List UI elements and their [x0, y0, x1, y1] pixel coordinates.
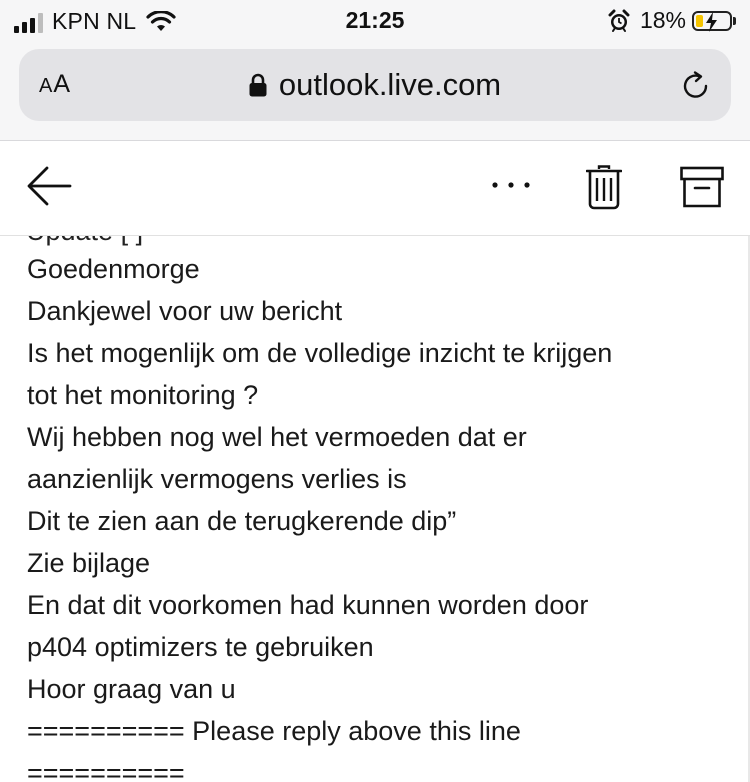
- address-bar[interactable]: AA outlook.live.com: [19, 49, 731, 121]
- trash-icon[interactable]: [586, 164, 622, 210]
- lock-icon: [249, 73, 267, 97]
- email-line: tot het monitoring ?: [27, 380, 259, 410]
- url-display[interactable]: outlook.live.com: [19, 67, 731, 103]
- email-line: p404 optimizers te gebruiken: [27, 632, 374, 662]
- battery-percent: 18%: [639, 7, 686, 33]
- more-options-icon[interactable]: [490, 179, 534, 191]
- email-line: ==========: [27, 758, 185, 782]
- alarm-icon: [608, 9, 630, 32]
- email-line: aanzienlijk vermogens verlies is: [27, 464, 407, 494]
- battery-cap: [733, 16, 736, 25]
- archive-icon[interactable]: [680, 166, 724, 208]
- back-arrow-icon[interactable]: [26, 165, 72, 207]
- email-line: ========== Please reply above this line: [27, 716, 521, 746]
- mail-toolbar: [0, 141, 750, 236]
- email-text: Goedenmorge Dankjewel voor uw bericht Is…: [27, 248, 748, 782]
- email-line: Dankjewel voor uw bericht: [27, 296, 343, 326]
- browser-address-area: AA outlook.live.com: [0, 40, 750, 141]
- email-line: Is het mogenlijk om de volledige inzicht…: [27, 338, 613, 368]
- status-bar: KPN NL 21:25 18%: [0, 0, 750, 40]
- email-line: Dit te zien aan de terugkerende dip”: [27, 506, 457, 536]
- url-text: outlook.live.com: [278, 67, 502, 102]
- email-line: Hoor graag van u: [27, 674, 236, 704]
- status-right: 18%: [608, 7, 736, 34]
- reload-icon[interactable]: [680, 70, 712, 102]
- email-body: Update [ ] Goedenmorge Dankjewel voor uw…: [0, 236, 750, 782]
- cut-off-line: Update [ ]: [26, 236, 143, 247]
- email-line: Zie bijlage: [27, 548, 151, 578]
- email-line: En dat dit voorkomen had kunnen worden d…: [27, 590, 589, 620]
- email-line: Goedenmorge: [27, 254, 200, 284]
- email-line: Wij hebben nog wel het vermoeden dat er: [27, 422, 527, 452]
- battery-charging-icon: [692, 10, 732, 32]
